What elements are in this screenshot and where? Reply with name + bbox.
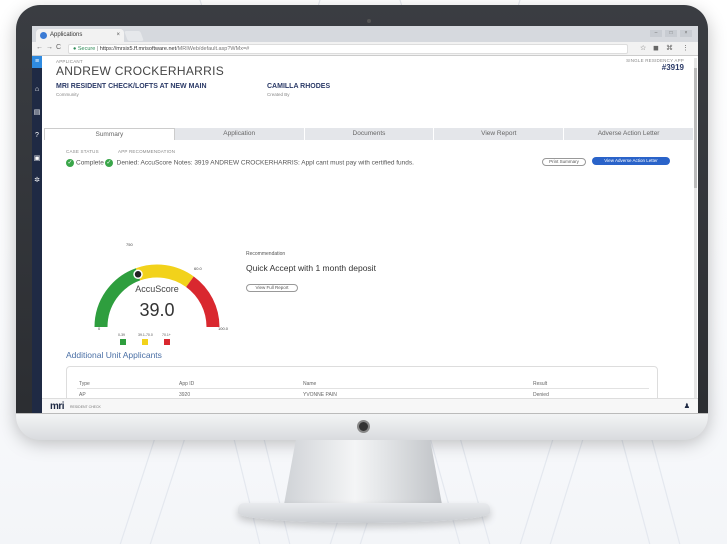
- creator-name: CAMILLA RHODES: [267, 83, 331, 90]
- screen: Applications × – □ × ← → C ● Secure | ht…: [32, 26, 698, 413]
- status-value: Complete: [76, 159, 104, 167]
- window-controls: – □ ×: [650, 30, 692, 37]
- tab-summary[interactable]: Summary: [44, 128, 175, 140]
- mri-logo-sub: RESIDENT CHECK: [70, 405, 101, 409]
- legend-swatch-red: [164, 339, 170, 345]
- lock-icon: ●: [73, 46, 77, 52]
- address-bar-row: ← → C ● Secure | https://mrsix5.ff.mriso…: [32, 42, 698, 56]
- maximize-icon[interactable]: □: [665, 30, 677, 37]
- document-icon[interactable]: ▤: [32, 108, 42, 116]
- monitor-stand-neck: [283, 440, 443, 510]
- product-shot: Applications × – □ × ← → C ● Secure | ht…: [0, 0, 727, 544]
- scrollbar-thumb[interactable]: [694, 68, 697, 188]
- user-icon[interactable]: ♟: [684, 402, 690, 410]
- home-icon[interactable]: ⌂: [32, 86, 42, 93]
- app-footer: mri RESIDENT CHECK ♟: [42, 398, 698, 413]
- star-icon[interactable]: ☆: [640, 44, 646, 52]
- check-icon: ✓: [104, 159, 113, 167]
- property-sub: Community: [56, 92, 79, 97]
- browser-tab-bar: Applications × – □ ×: [32, 26, 698, 42]
- nav-tabs: Summary Application Documents View Repor…: [44, 128, 694, 140]
- col-header-type: Type: [79, 381, 90, 387]
- print-summary-button[interactable]: Print Summary: [542, 158, 586, 166]
- accuscore-gauge: AccuScore 39.0 0 750 60.0 100.0 0-39 39.…: [82, 232, 232, 345]
- extension-icon[interactable]: ◼: [653, 44, 659, 52]
- tab-application[interactable]: Application: [175, 128, 305, 140]
- col-header-result: Result: [533, 381, 548, 387]
- app-recommendation-label: APP RECOMMENDATION: [118, 149, 176, 154]
- browser-tab-title: Applications: [50, 32, 83, 38]
- case-status-label: CASE STATUS: [66, 149, 99, 154]
- url-host: https://mrsix5.ff.mrisoftware.net: [99, 46, 177, 52]
- new-tab-button[interactable]: [124, 31, 144, 41]
- gauge-arc-red: [185, 276, 220, 328]
- tab-documents[interactable]: Documents: [305, 128, 435, 140]
- property-name: MRI RESIDENT CHECK/LOFTS AT NEW MAIN: [56, 83, 207, 90]
- gauge-score: 39.0: [139, 300, 174, 320]
- tab-adverse-action-letter[interactable]: Adverse Action Letter: [564, 128, 694, 140]
- status-message: Denied: AccuScore Notes: 3919 ANDREW CRO…: [116, 159, 414, 167]
- forward-icon[interactable]: →: [46, 44, 53, 51]
- mri-logo: mri: [50, 401, 65, 412]
- gauge-mark-right: 60.0: [194, 266, 203, 271]
- back-icon[interactable]: ←: [36, 44, 43, 51]
- close-tab-icon[interactable]: ×: [116, 29, 120, 42]
- app-sidebar: ≡ ⌂ ▤ ? ▣ ✲: [32, 56, 42, 413]
- recommendation-label: Recommendation: [246, 251, 286, 257]
- gauge-arc-green: [94, 268, 141, 328]
- close-window-icon[interactable]: ×: [680, 30, 692, 37]
- minimize-icon[interactable]: –: [650, 30, 662, 37]
- gauge-svg: AccuScore 39.0 0 750 60.0 100.0: [94, 242, 229, 331]
- legend-label-green: 0-39: [118, 333, 126, 337]
- table-divider: [77, 388, 649, 389]
- menu-icon[interactable]: ⋮: [682, 44, 689, 52]
- tab-view-report[interactable]: View Report: [434, 128, 565, 140]
- view-adverse-letter-button[interactable]: View Adverse Action Letter: [592, 157, 670, 165]
- legend-swatch-green: [120, 339, 126, 345]
- help-icon[interactable]: ?: [32, 132, 42, 139]
- status-row: ✓ Complete ✓ Denied: AccuScore Notes: 3919…: [66, 159, 414, 167]
- gauge-title: AccuScore: [135, 284, 179, 294]
- power-button: [357, 420, 370, 433]
- application-id: #3919: [661, 63, 684, 72]
- applicant-name: ANDREW CROCKERHARRIS: [56, 64, 225, 78]
- secure-label: Secure: [77, 46, 96, 52]
- col-header-name: Name: [303, 381, 317, 387]
- recommendation-text: Quick Accept with 1 month deposit: [246, 263, 376, 273]
- view-full-report-button[interactable]: View Full Report: [246, 284, 298, 292]
- additional-applicants-title: Additional Unit Applicants: [66, 350, 162, 360]
- monitor-stand-base: [238, 503, 490, 523]
- webcam: [367, 19, 371, 23]
- cast-icon[interactable]: ⌘: [666, 44, 673, 52]
- gauge-mark-top: 750: [126, 242, 133, 247]
- url-path: /MRIWeb/default.asp?WMx=#: [176, 46, 250, 52]
- gauge-needle: [133, 269, 143, 280]
- check-icon: ✓: [66, 159, 74, 167]
- legend-label-red: 70.1+: [162, 333, 171, 337]
- gauge-arc-yellow: [135, 264, 194, 288]
- tablet-icon[interactable]: ▣: [32, 154, 42, 162]
- scrollbar[interactable]: [694, 58, 697, 398]
- creator-sub: Created By: [267, 92, 290, 97]
- legend-label-yellow: 39.1-70.0: [138, 333, 153, 337]
- favicon-icon: [40, 32, 47, 39]
- col-header-app-id: App ID: [179, 381, 195, 387]
- legend-swatch-yellow: [142, 339, 148, 345]
- browser-tab[interactable]: Applications ×: [36, 29, 124, 42]
- reload-icon[interactable]: C: [56, 44, 61, 51]
- hamburger-icon[interactable]: ≡: [32, 56, 42, 68]
- settings-icon[interactable]: ✲: [32, 176, 42, 184]
- url-input[interactable]: ● Secure | https://mrsix5.ff.mrisoftware…: [68, 44, 628, 54]
- gauge-max-label: 100.0: [218, 326, 229, 331]
- main-content: APPLICANT ANDREW CROCKERHARRIS MRI RESID…: [42, 56, 698, 413]
